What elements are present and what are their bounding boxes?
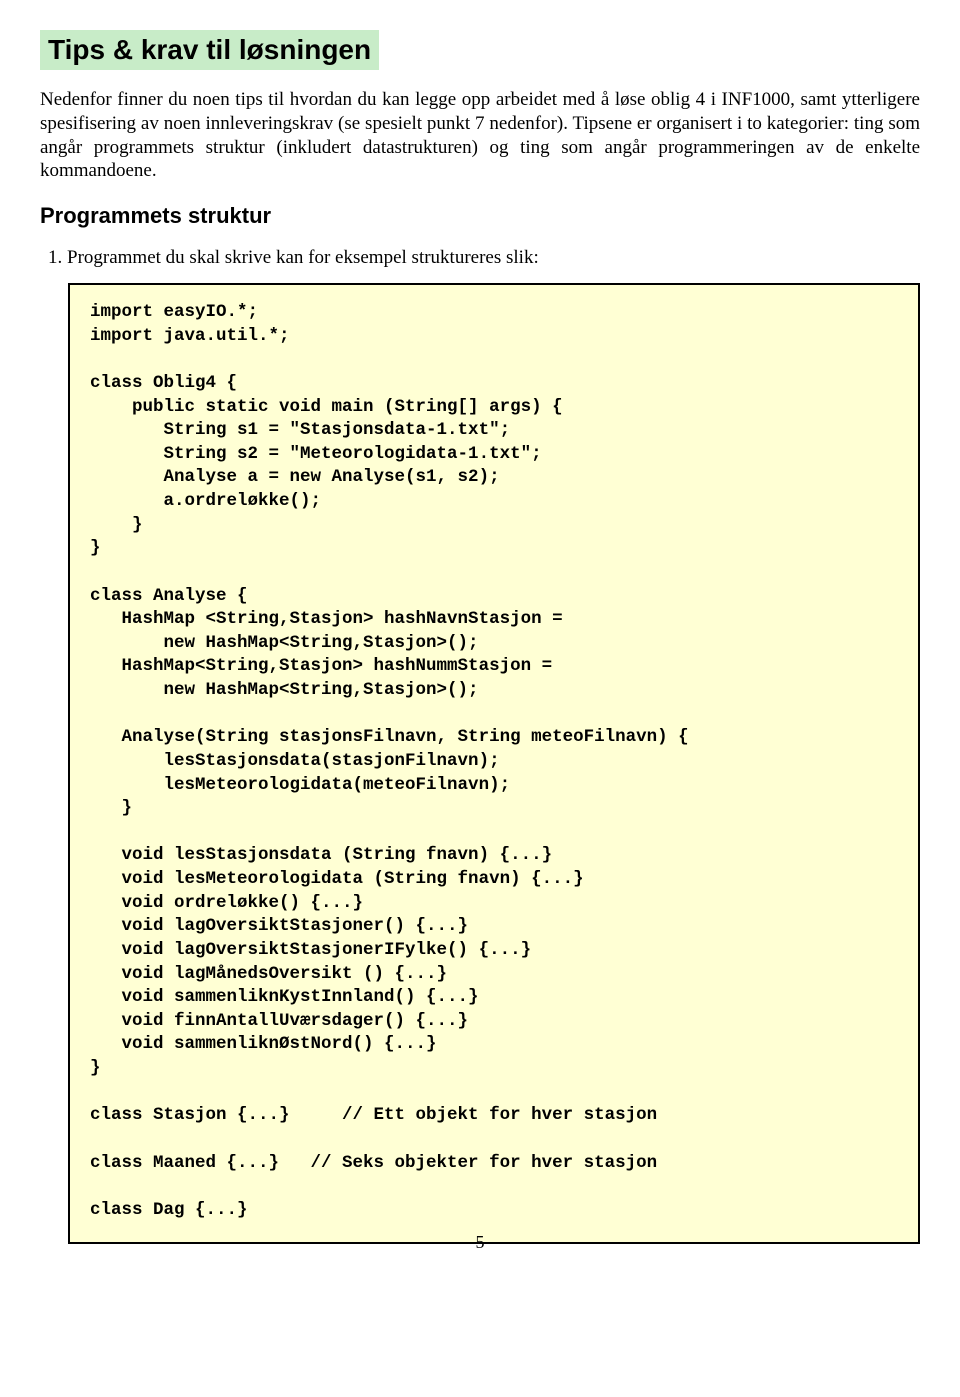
- page-title: Tips & krav til løsningen: [48, 34, 371, 66]
- section-heading: Programmets struktur: [40, 203, 920, 229]
- code-block: import easyIO.*; import java.util.*; cla…: [90, 301, 898, 1222]
- title-highlight-box: Tips & krav til løsningen: [40, 30, 379, 70]
- page-number: 5: [40, 1232, 920, 1253]
- intro-paragraph: Nedenfor finner du noen tips til hvordan…: [40, 88, 920, 183]
- document-page: Tips & krav til løsningen Nedenfor finne…: [0, 0, 960, 1273]
- code-block-frame: import easyIO.*; import java.util.*; cla…: [68, 283, 920, 1244]
- list-item-1: 1. Programmet du skal skrive kan for eks…: [40, 247, 920, 269]
